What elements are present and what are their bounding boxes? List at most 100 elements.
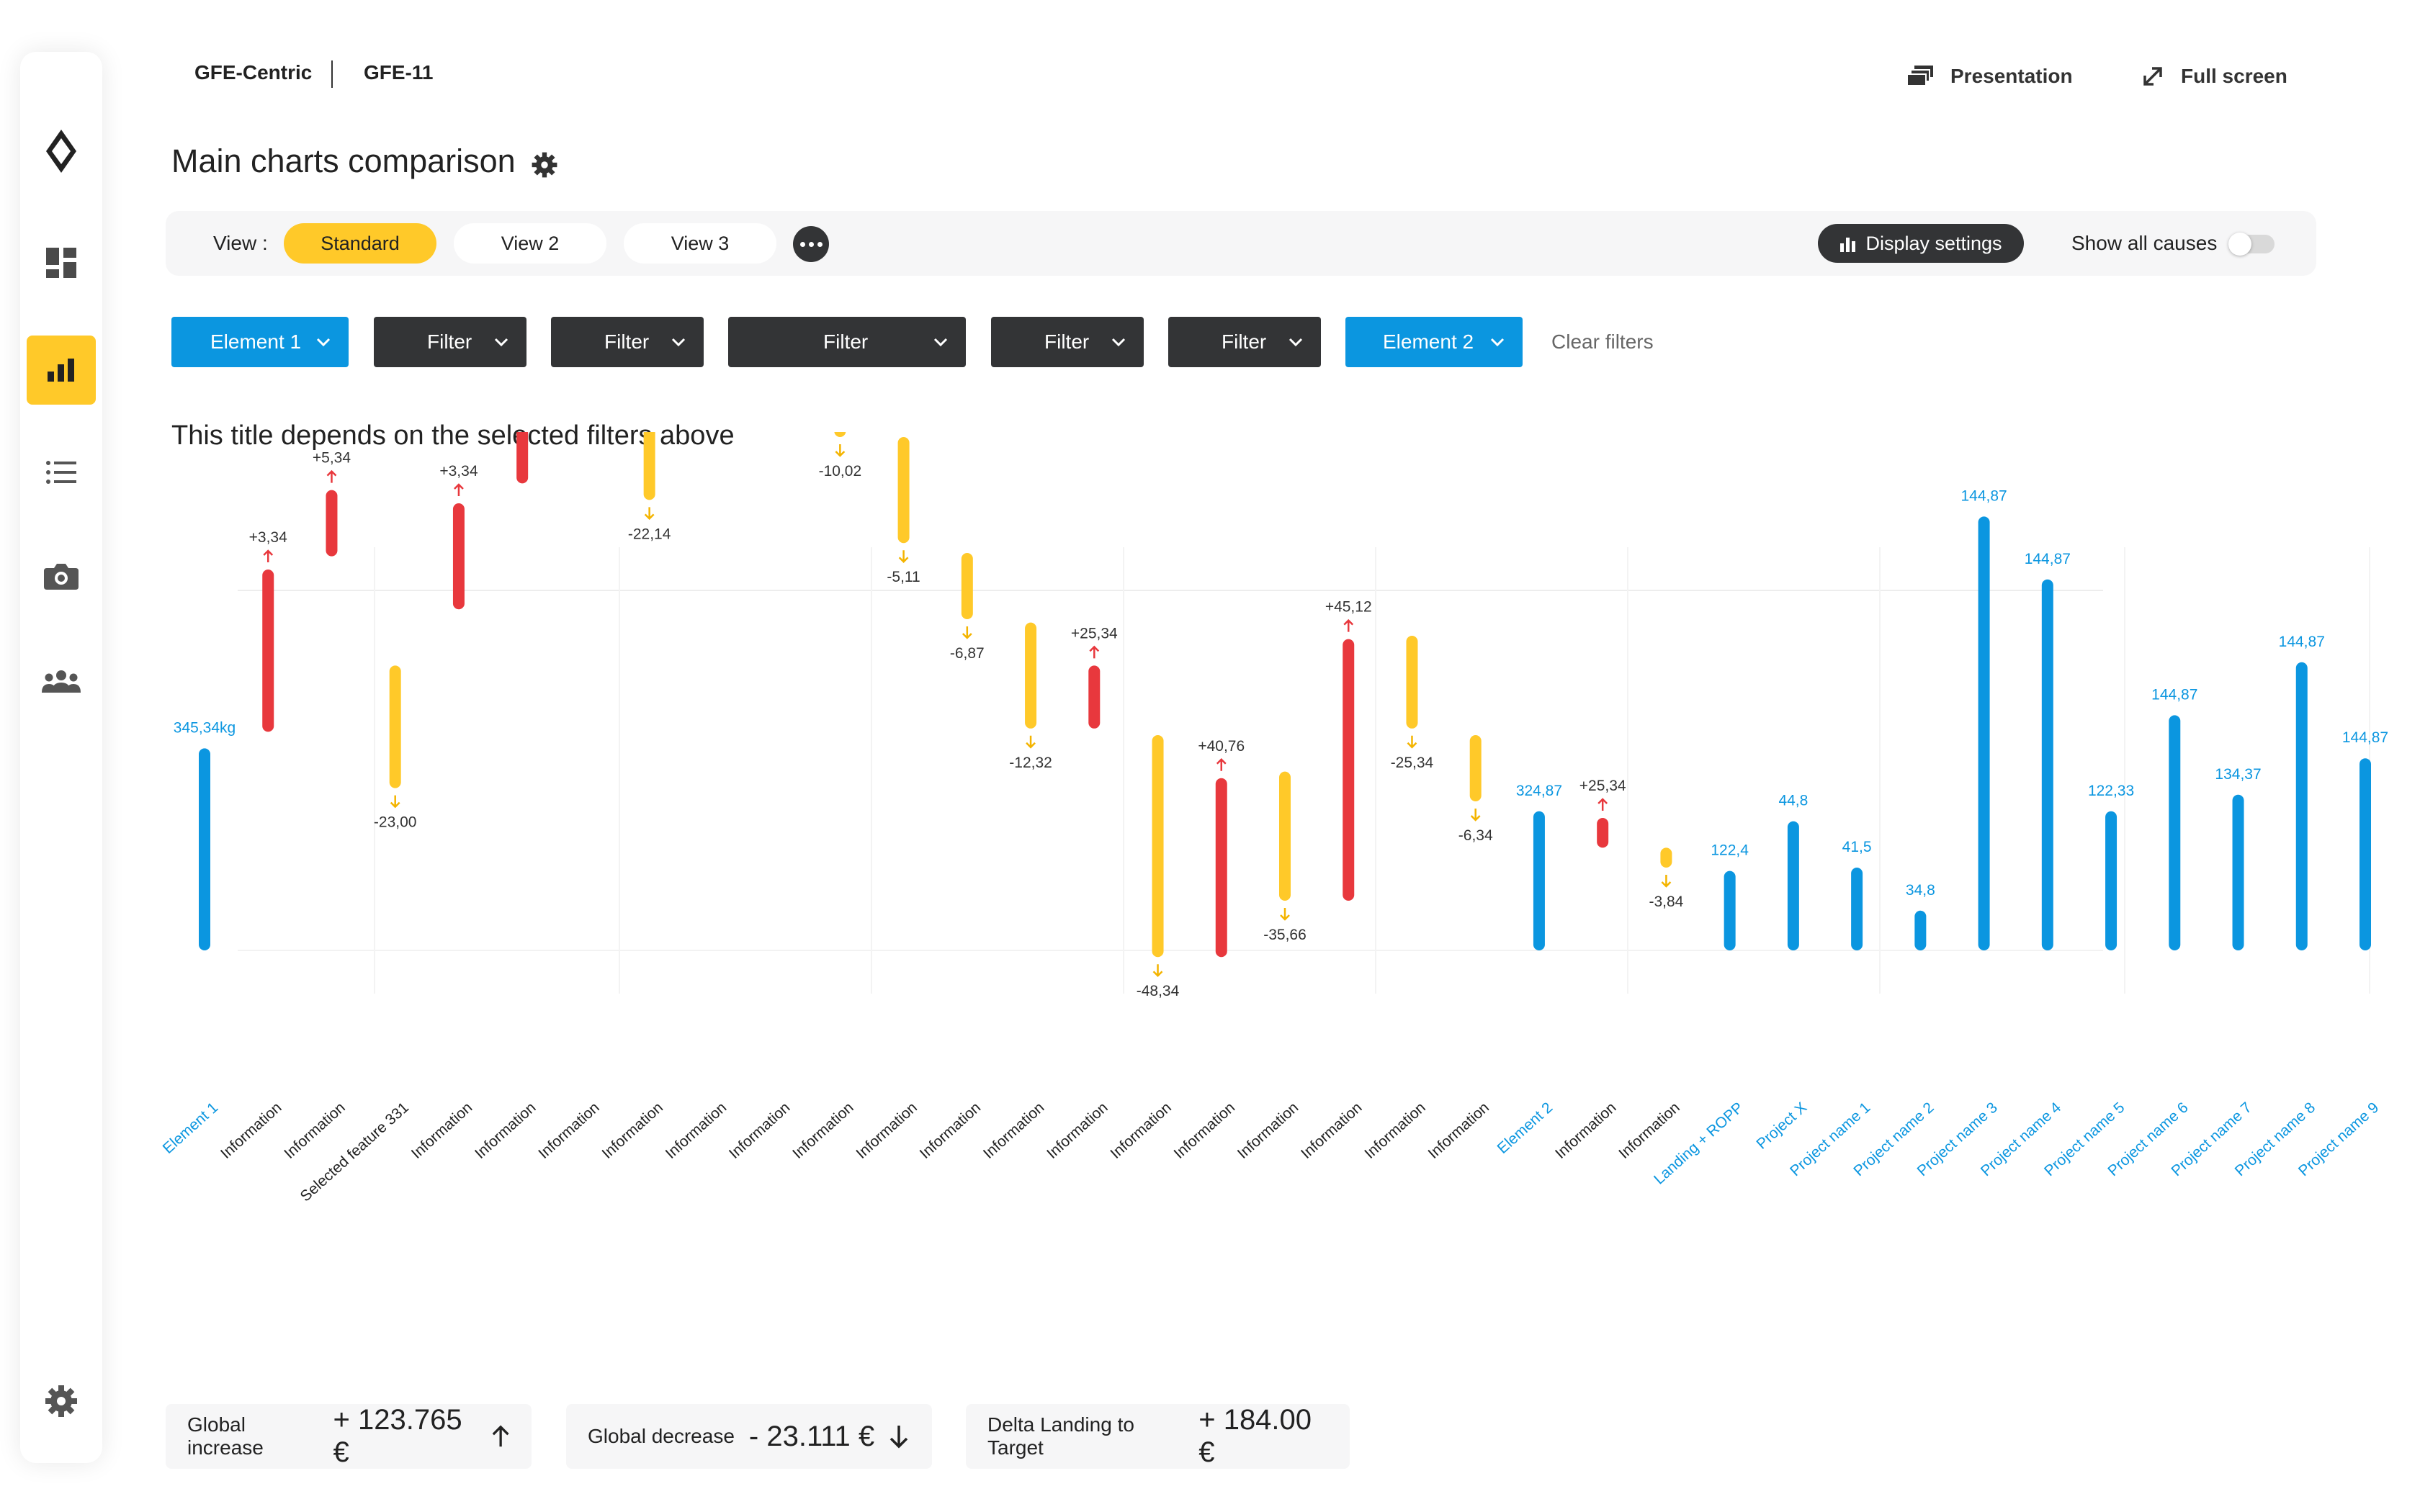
waterfall-bar[interactable] (1469, 735, 1482, 801)
show-all-causes-toggle[interactable] (2228, 233, 2275, 256)
value-label: -48,34 (1137, 983, 1180, 999)
filter-element-1[interactable]: Element 1 (171, 317, 349, 367)
more-views-button[interactable] (793, 226, 829, 262)
filter-label: Filter (823, 330, 869, 353)
view-bar: View : Standard View 2 View 3 Display se… (166, 211, 2316, 276)
arrow-up-icon (326, 469, 337, 483)
value-label: +5,34 (313, 450, 351, 467)
logo-icon[interactable] (27, 117, 96, 186)
gear-icon[interactable] (531, 151, 558, 179)
arrow-down-icon (390, 795, 400, 809)
waterfall-bar[interactable] (326, 490, 338, 557)
waterfall-bar[interactable] (2295, 662, 2308, 950)
waterfall-bar[interactable] (1914, 910, 1927, 950)
filter-element-2[interactable]: Element 2 (1345, 317, 1523, 367)
category-label: Information (1615, 1099, 1682, 1162)
filter-2[interactable]: Filter (551, 317, 704, 367)
filter-1[interactable]: Filter (374, 317, 526, 367)
value-label: 324,87 (1516, 783, 1562, 799)
arrow-down-icon (835, 444, 846, 457)
arrow-up-icon (1343, 618, 1354, 632)
summary-value: + 123.765 € (333, 1404, 462, 1468)
arrow-up-icon (263, 549, 274, 562)
waterfall-bar[interactable] (643, 432, 655, 500)
category-label: Information (408, 1099, 475, 1162)
breadcrumb-project[interactable]: GFE-Centric (194, 61, 312, 84)
show-all-causes-label: Show all causes (2071, 232, 2218, 254)
value-label: 345,34kg (174, 719, 236, 736)
waterfall-bar[interactable] (1533, 811, 1545, 950)
waterfall-bar[interactable] (2232, 794, 2244, 950)
chart-bars (199, 432, 2371, 958)
waterfall-bar[interactable] (834, 432, 846, 437)
category-label: Information (917, 1099, 984, 1162)
waterfall-bar[interactable] (1025, 622, 1037, 729)
bar-chart-icon (1840, 238, 1856, 252)
waterfall-bar[interactable] (2041, 579, 2053, 950)
category-label: Information (1234, 1099, 1301, 1162)
waterfall-bar[interactable] (1597, 818, 1609, 848)
waterfall-bar[interactable] (389, 665, 401, 788)
waterfall-bar[interactable] (452, 503, 465, 610)
waterfall-bar[interactable] (1279, 771, 1291, 901)
filter-5[interactable]: Filter (1168, 317, 1321, 367)
chevron-down-icon (1289, 338, 1303, 347)
view-pill-view-2[interactable]: View 2 (454, 223, 606, 264)
value-label: -23,00 (374, 814, 417, 831)
waterfall-bar[interactable] (1088, 665, 1101, 729)
breadcrumb-item[interactable]: GFE-11 (364, 61, 433, 84)
value-label: -35,66 (1263, 927, 1307, 943)
filter-label: Element 2 (1383, 330, 1474, 353)
waterfall-bar[interactable] (961, 553, 973, 619)
waterfall-bar[interactable] (1724, 870, 1736, 950)
category-label: Information (1171, 1099, 1238, 1162)
category-label: Information (1298, 1099, 1365, 1162)
fullscreen-button[interactable]: Full screen (2142, 65, 2287, 88)
value-label: +25,34 (1071, 625, 1118, 642)
delta-landing-card: Delta Landing to Target + 184.00 € (966, 1404, 1350, 1469)
chevron-down-icon (1490, 338, 1505, 347)
waterfall-bar[interactable] (1787, 821, 1799, 950)
chevron-down-icon (671, 338, 686, 347)
presentation-button[interactable]: Presentation (1907, 65, 2073, 88)
waterfall-bar[interactable] (1152, 735, 1164, 958)
waterfall-bar[interactable] (1978, 516, 1990, 950)
category-label: Information (1107, 1099, 1174, 1162)
waterfall-bar[interactable] (2360, 758, 2371, 950)
charts-nav-icon[interactable] (27, 336, 96, 405)
clear-filters-link[interactable]: Clear filters (1551, 330, 1654, 354)
dashboard-icon[interactable] (27, 228, 96, 297)
category-label: Information (980, 1099, 1047, 1162)
arrow-down-icon (1407, 735, 1417, 749)
view-pill-view-3[interactable]: View 3 (624, 223, 776, 264)
filter-3[interactable]: Filter (728, 317, 966, 367)
waterfall-bar[interactable] (2169, 715, 2181, 950)
waterfall-bar[interactable] (1851, 868, 1863, 950)
value-label: -6,87 (950, 645, 985, 662)
display-settings-button[interactable]: Display settings (1818, 224, 2024, 263)
waterfall-bar[interactable] (1660, 847, 1672, 868)
arrow-down-icon (644, 507, 655, 521)
global-increase-card: Global increase + 123.765 € (166, 1404, 532, 1469)
category-label: Information (599, 1099, 666, 1162)
waterfall-bar[interactable] (199, 748, 210, 950)
filter-label: Filter (1222, 330, 1267, 353)
waterfall-bar[interactable] (262, 570, 274, 732)
value-label: 144,87 (1960, 487, 2007, 504)
value-label: -25,34 (1391, 755, 1434, 771)
waterfall-bar[interactable] (516, 432, 529, 484)
arrow-up-icon (1597, 798, 1608, 811)
waterfall-bar[interactable] (1343, 639, 1355, 901)
waterfall-bar[interactable] (2105, 811, 2118, 950)
waterfall-bar[interactable] (1406, 636, 1418, 729)
filter-label: Filter (427, 330, 472, 353)
chart-value-labels: 345,34kg+3,34+5,34-23,00+3,34+1,34+5,34-… (174, 444, 2388, 999)
filter-4[interactable]: Filter (991, 317, 1144, 367)
waterfall-bar[interactable] (1215, 778, 1227, 958)
view-pill-standard[interactable]: Standard (284, 223, 436, 264)
settings-icon[interactable] (27, 1367, 96, 1436)
value-label: -22,14 (628, 526, 671, 542)
summary-value: + 184.00 € (1198, 1404, 1312, 1468)
waterfall-bar[interactable] (897, 437, 910, 544)
chart-category-labels: Element 1InformationInformationSelected … (160, 1099, 2383, 1205)
